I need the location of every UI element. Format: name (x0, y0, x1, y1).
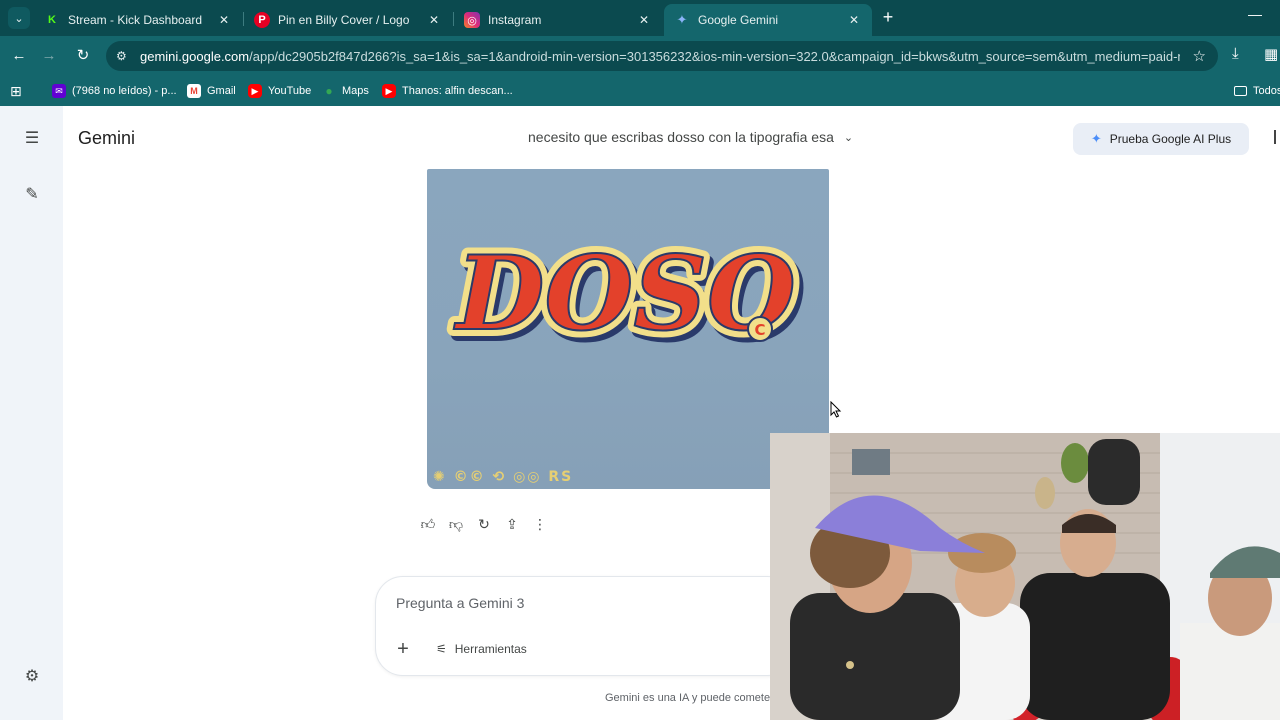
trash-icon[interactable] (1274, 130, 1280, 144)
close-icon[interactable]: ✕ (636, 13, 652, 27)
browser-toolbar: ← → ↻ ⚙ gemini.google.com/app/dc2905b2f8… (0, 36, 1280, 76)
tab-pinterest[interactable]: P Pin en Billy Cover / Logo ✕ (244, 4, 452, 36)
sparkle-icon: ✦ (1090, 131, 1102, 146)
gemini-icon: ✦ (676, 12, 688, 27)
mouse-cursor-icon (830, 401, 842, 418)
settings-gear-icon[interactable]: ⚙ (21, 666, 43, 688)
bookmark-thanos-video[interactable]: ▶ Thanos: alfin descan... (382, 81, 513, 101)
new-chat-icon[interactable]: ✎ (21, 184, 43, 206)
close-icon[interactable]: ✕ (216, 13, 232, 27)
logo-letters: DOSO (453, 234, 796, 354)
prompt-input[interactable]: Pregunta a Gemini 3 (396, 595, 524, 611)
add-attachment-button[interactable]: + (392, 638, 414, 660)
tab-title: Instagram (488, 13, 542, 27)
bookmark-gmail[interactable]: M Gmail (187, 81, 236, 101)
url-host: gemini.google.com (140, 48, 250, 64)
site-settings-icon[interactable]: ⚙ (116, 49, 132, 63)
new-tab-button[interactable]: + (878, 8, 898, 28)
bookmark-label: YouTube (268, 85, 312, 97)
doso-logo-artwork: DOSO DOSO DOSO C (446, 227, 807, 366)
instagram-icon: ◎ (464, 12, 480, 28)
arrow-left-icon: ← (11, 47, 27, 64)
webcam-overlay (770, 433, 1280, 720)
close-icon[interactable]: ✕ (426, 13, 442, 27)
bookmarks-bar: ⊞ ✉ (7968 no leídos) - p... M Gmail ▶ Yo… (0, 76, 1280, 106)
apps-grid-icon[interactable]: ⊞ (10, 81, 22, 101)
chevron-down-icon: ⌄ (843, 131, 854, 144)
tab-title: Pin en Billy Cover / Logo (278, 13, 410, 27)
tab-search-button[interactable]: ⌄ (8, 7, 30, 29)
bookmark-yahoo-mail[interactable]: ✉ (7968 no leídos) - p... (52, 81, 177, 101)
reload-button[interactable]: ↻ (72, 45, 94, 67)
menu-icon[interactable]: ☰ (21, 128, 43, 150)
ai-disclaimer: Gemini es una IA y puede cometer (605, 692, 774, 704)
maps-icon: ● (325, 84, 333, 98)
tab-google-gemini[interactable]: ✦ Google Gemini ✕ (664, 4, 872, 36)
back-button[interactable]: ← (8, 45, 30, 67)
reload-icon: ↻ (76, 47, 90, 64)
thumbs-up-icon[interactable]: 👍︎ (418, 514, 438, 534)
download-icon[interactable]: ⤓ (1232, 45, 1239, 62)
bookmark-label: Todos (1253, 85, 1280, 97)
tools-button[interactable]: ⚟ Herramientas (436, 638, 527, 660)
bookmark-maps[interactable]: ● Maps (322, 81, 369, 101)
chat-title-dropdown[interactable]: necesito que escribas dosso con la tipog… (528, 129, 853, 145)
copyright-mark: C (754, 321, 765, 339)
close-icon[interactable]: ✕ (846, 13, 862, 27)
chevron-down-icon: ⌄ (14, 12, 24, 25)
url-text: gemini.google.com/app/dc2905b2f847d266?i… (140, 49, 1180, 64)
tab-kick-dashboard[interactable]: K Stream - Kick Dashboard ✕ (34, 4, 242, 36)
url-path: /app/dc2905b2f847d266?is_sa=1&is_sa=1&an… (249, 48, 1180, 64)
image-footer-marks: ✺ ©© ⟲ ◎◎ RS (433, 469, 574, 485)
arrow-right-icon: → (41, 47, 57, 64)
bookmark-youtube[interactable]: ▶ YouTube (248, 81, 311, 101)
webcam-feed-image (770, 433, 1280, 720)
gmail-icon: M (187, 84, 201, 98)
side-rail: ☰ ✎ ⚙ (0, 106, 63, 720)
kick-icon: K (44, 12, 60, 28)
tab-title: Google Gemini (698, 13, 779, 27)
generated-image[interactable]: DOSO DOSO DOSO C ✺ ©© ⟲ ◎◎ RS (427, 169, 829, 489)
bookmark-label: (7968 no leídos) - p... (72, 85, 177, 97)
bookmark-label: Gmail (207, 85, 236, 97)
regenerate-icon[interactable]: ↻ (474, 514, 494, 534)
forward-button[interactable]: → (38, 45, 60, 67)
bookmark-label: Maps (342, 85, 369, 97)
thumbs-down-icon[interactable]: 👎︎ (446, 514, 466, 534)
try-ai-plus-button[interactable]: ✦ Prueba Google AI Plus (1073, 123, 1249, 155)
prompt-input-container[interactable] (375, 576, 795, 676)
minimize-window-button[interactable]: — (1246, 6, 1264, 22)
plus-icon: + (397, 638, 409, 660)
pinterest-icon: P (254, 12, 270, 28)
upgrade-label: Prueba Google AI Plus (1109, 132, 1232, 146)
tab-instagram[interactable]: ◎ Instagram ✕ (454, 4, 662, 36)
folder-icon (1234, 86, 1247, 96)
extension-icon[interactable]: ▦ (1264, 45, 1278, 63)
youtube-icon: ▶ (382, 84, 396, 98)
chat-title-text: necesito que escribas dosso con la tipog… (528, 129, 834, 145)
bookmark-star-icon[interactable]: ☆ (1193, 47, 1206, 65)
yahoo-mail-icon: ✉ (52, 84, 66, 98)
browser-tab-strip: ⌄ K Stream - Kick Dashboard ✕ P Pin en B… (0, 0, 1280, 36)
youtube-icon: ▶ (248, 84, 262, 98)
tab-title: Stream - Kick Dashboard (68, 13, 203, 27)
app-title[interactable]: Gemini (78, 128, 135, 149)
bookmark-folder-todos[interactable]: Todos (1234, 81, 1280, 101)
more-options-icon[interactable]: ⋮ (530, 514, 550, 534)
share-icon[interactable]: ⇪ (502, 514, 522, 534)
bookmark-label: Thanos: alfin descan... (402, 85, 513, 97)
sliders-icon: ⚟ (436, 642, 447, 656)
address-bar[interactable]: ⚙ gemini.google.com/app/dc2905b2f847d266… (106, 41, 1218, 71)
tools-label: Herramientas (454, 642, 527, 656)
